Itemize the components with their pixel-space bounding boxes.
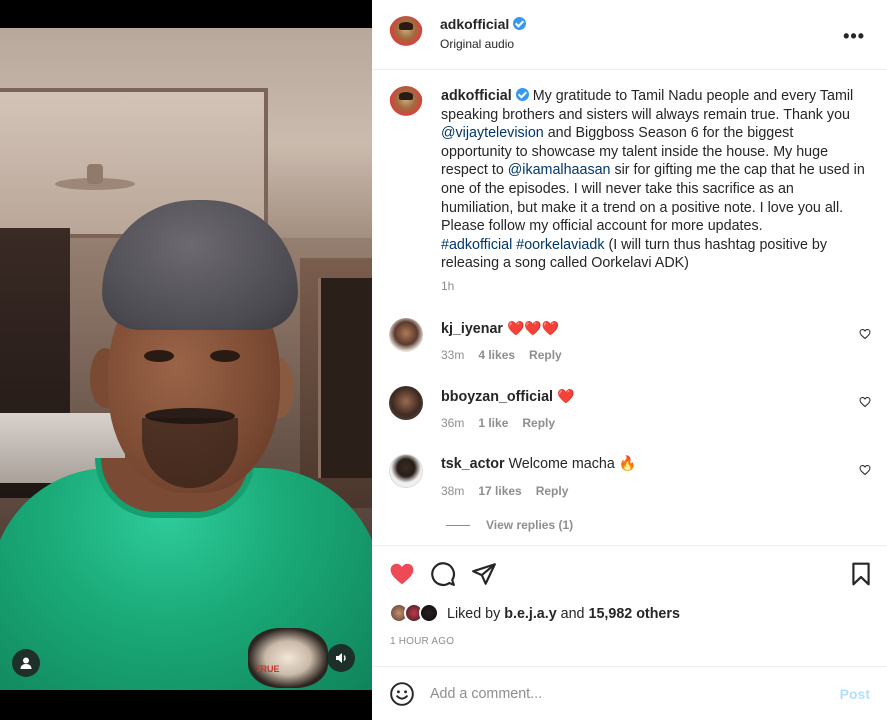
comment-item: bboyzan_official ❤️ 36m 1 like Reply [372,386,887,446]
comment-username[interactable]: tsk_actor [441,456,505,472]
comment-time[interactable]: 38m [441,484,464,498]
comment-likes[interactable]: 17 likes [478,484,521,498]
shirt-logo-text: TRUE [255,664,280,674]
post-actions: Liked by b.e.j.a.y and 15,982 others 1 H… [372,545,887,720]
caption-text: adkofficial My gratitude to Tamil Nadu p… [441,88,865,272]
post-author-username[interactable]: adkofficial [440,16,509,32]
add-comment-bar: Post [372,666,887,720]
verified-badge-icon [513,17,527,30]
verified-badge-icon [515,88,529,101]
liker-avatars [389,602,449,626]
share-paper-plane-icon[interactable] [471,561,497,587]
liked-by-user[interactable]: b.e.j.a.y [504,606,556,622]
view-replies-button[interactable]: View replies (1) [446,518,573,532]
comment-item: kj_iyenar ❤️❤️❤️ 33m 4 likes Reply [372,318,887,378]
shirt-logo [248,628,328,688]
avatar[interactable] [389,16,423,50]
reply-button[interactable]: Reply [529,348,562,362]
comment-likes[interactable]: 1 like [478,416,508,430]
hashtag-link[interactable]: #adkofficial [441,237,512,253]
post-details-panel: adkofficial Original audio ••• adkoffici… [372,0,887,720]
like-comment-heart-icon[interactable] [859,464,871,476]
likes-summary: Liked by b.e.j.a.y and 15,982 others [372,602,887,626]
mention-link[interactable]: @ikamalhaasan [508,162,611,178]
video-player[interactable]: TRUE [0,28,372,690]
caption-username[interactable]: adkofficial [441,88,512,104]
hashtag-link[interactable]: #oorkelaviadk [516,237,604,253]
comment-text: Welcome macha 🔥 [508,456,637,472]
audio-toggle-button[interactable] [327,644,355,672]
comment-time[interactable]: 33m [441,348,464,362]
comment-text: ❤️ [557,388,575,404]
speaker-icon [336,653,346,663]
post-caption: adkofficial My gratitude to Tamil Nadu p… [372,70,887,308]
caption-timestamp[interactable]: 1h [441,279,454,293]
emoji-smiley-icon[interactable] [389,681,415,707]
post-timestamp[interactable]: 1 HOUR AGO [390,636,454,647]
liked-heart-icon[interactable] [389,561,415,587]
more-options-icon[interactable]: ••• [843,26,865,47]
avatar [419,603,439,623]
mention-link[interactable]: @vijaytelevision [441,125,544,141]
user-icon [20,657,32,669]
liked-by-text[interactable]: Liked by b.e.j.a.y and 15,982 others [447,606,680,622]
like-comment-heart-icon[interactable] [859,396,871,408]
reply-button[interactable]: Reply [536,484,569,498]
comment-time[interactable]: 36m [441,416,464,430]
avatar[interactable] [389,86,423,120]
likes-count[interactable]: 15,982 others [589,606,680,622]
post-header: adkofficial Original audio ••• [372,0,887,70]
comment-username[interactable]: bboyzan_official [441,389,553,405]
comment-username[interactable]: kj_iyenar [441,321,503,337]
reply-button[interactable]: Reply [522,416,555,430]
post-comment-button[interactable]: Post [840,686,870,702]
avatar[interactable] [389,454,423,488]
post-media[interactable]: TRUE [0,0,372,720]
like-comment-heart-icon[interactable] [859,328,871,340]
avatar[interactable] [389,386,423,420]
comment-item: tsk_actor Welcome macha 🔥 38m 17 likes Rep… [372,454,887,514]
comment-text: ❤️❤️❤️ [506,320,560,336]
avatar[interactable] [389,318,423,352]
comment-likes[interactable]: 4 likes [478,348,515,362]
audio-label[interactable]: Original audio [440,37,514,51]
save-bookmark-icon[interactable] [848,561,874,587]
comment-bubble-icon[interactable] [430,561,456,587]
tagged-users-button[interactable] [12,649,40,677]
comment-input[interactable] [430,681,810,707]
